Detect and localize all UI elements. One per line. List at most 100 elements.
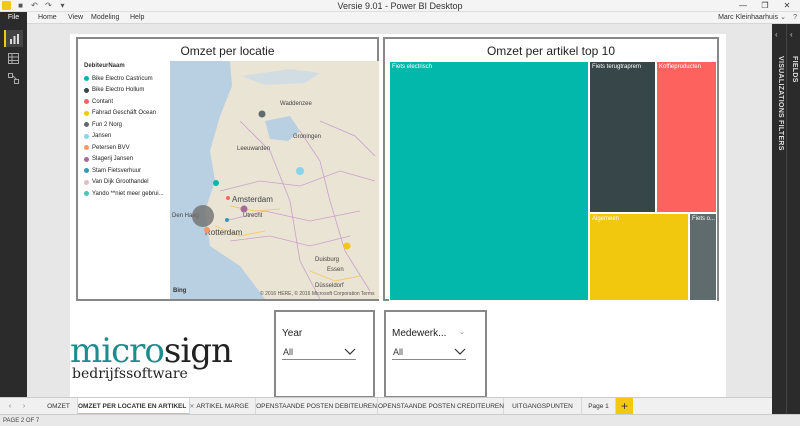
title-bar: ■ ↶ ↷ ▾ Versie 9.01 - Power BI Desktop —… xyxy=(0,0,800,12)
logo-subtitle: bedrijfssoftware xyxy=(72,366,188,382)
tab-openstaande-posten-crediteuren[interactable]: OPENSTAANDE POSTEN CREDITEUREN xyxy=(378,398,504,415)
legend-dot-icon xyxy=(84,122,89,128)
tab-label: OMZET PER LOCATIE EN ARTIKEL xyxy=(78,403,187,410)
maximize-icon[interactable]: ❐ xyxy=(754,0,776,12)
visualizations-pane-label[interactable]: VISUALIZATIONS xyxy=(777,56,784,118)
map-bubble xyxy=(343,242,351,250)
year-dropdown[interactable]: All xyxy=(282,344,356,360)
treemap-cell[interactable]: Fiets terugtraprem xyxy=(589,61,656,213)
map-bubble xyxy=(240,205,248,213)
report-page: Omzet per locatie DebiteurNaam Bike Elec… xyxy=(70,34,726,399)
treemap-cell-label: Fiets terugtraprem xyxy=(592,64,642,70)
treemap-cell-label: Algemeen xyxy=(592,216,620,222)
tab-page-1[interactable]: Page 1 xyxy=(582,398,616,415)
tab-omzet-per-locatie-en-artikel[interactable]: OMZET PER LOCATIE EN ARTIKEL ✕ xyxy=(78,398,194,415)
data-view-button[interactable] xyxy=(4,50,23,67)
map-bubble xyxy=(226,196,230,200)
pane-divider xyxy=(786,24,787,414)
add-page-button[interactable]: + xyxy=(616,398,633,415)
legend-item[interactable]: Bike Electro Castricum xyxy=(84,73,174,85)
map-bubble xyxy=(225,218,229,222)
medewerker-dropdown[interactable]: All xyxy=(392,344,466,360)
bing-map[interactable]: Waddenzee Groningen Leeuwarden Amsterdam… xyxy=(170,61,379,299)
legend-item[interactable]: Contant xyxy=(84,96,174,108)
medewerker-slicer[interactable]: Medewerk... ⌄ All xyxy=(384,310,487,398)
slicer-title: Year xyxy=(282,328,303,339)
report-canvas: Omzet per locatie DebiteurNaam Bike Elec… xyxy=(27,24,772,399)
legend-item[interactable]: Jansen xyxy=(84,131,174,143)
legend-label: Bike Electro Castricum xyxy=(92,75,153,82)
chevron-right-icon[interactable]: › xyxy=(18,398,30,415)
legend-item[interactable]: Petersen BVV xyxy=(84,142,174,154)
legend-dot-icon xyxy=(84,191,89,197)
legend-item[interactable]: Fahrad Geschäft Ocean xyxy=(84,108,174,120)
menu-modeling[interactable]: Modeling xyxy=(91,12,119,24)
treemap-visual[interactable]: Omzet per artikel top 10 Fiets electrisc… xyxy=(383,37,719,301)
legend-label: Van Dijk Groothandel xyxy=(92,179,149,186)
legend-item[interactable]: Yando **niet meer gebrui... xyxy=(84,188,174,200)
relationships-icon xyxy=(8,73,19,84)
treemap-cell-label: Fiets electrisch xyxy=(392,64,433,70)
logo-wordmark: microsign xyxy=(70,331,233,371)
menu-help[interactable]: Help xyxy=(130,12,144,24)
page-indicator: PAGE 2 OF 7 xyxy=(3,418,40,424)
slicer-value: All xyxy=(283,346,294,357)
report-view-button[interactable] xyxy=(4,30,23,47)
treemap-cell[interactable]: Algemeen xyxy=(589,213,689,301)
collapsed-panes: ‹ ‹ VISUALIZATIONS FILTERS FIELDS xyxy=(772,24,800,414)
tab-uitgangspunten[interactable]: UITGANGSPUNTEN xyxy=(504,398,582,415)
menu-home[interactable]: Home xyxy=(38,12,57,24)
microsign-logo: microsign bedrijfssoftware xyxy=(70,334,270,394)
legend-item[interactable]: Fun 2 Norg xyxy=(84,119,174,131)
menu-bar: File Home View Modeling Help Marc Kleinh… xyxy=(0,12,800,24)
map-legend: DebiteurNaam Bike Electro Castricum Bike … xyxy=(84,63,174,200)
legend-item[interactable]: Stam Fietsverhuur xyxy=(84,165,174,177)
map-visual[interactable]: Omzet per locatie DebiteurNaam Bike Elec… xyxy=(76,37,379,301)
close-icon[interactable]: ✕ xyxy=(776,0,798,12)
legend-label: Bike Electro Hollum xyxy=(92,87,145,94)
map-bubble xyxy=(204,227,210,233)
legend-dot-icon xyxy=(84,133,89,139)
logo-part-sign: sign xyxy=(163,331,233,371)
map-bubbles xyxy=(192,110,351,250)
treemap-cell[interactable]: Fiets o... xyxy=(689,213,717,301)
legend-dot-icon xyxy=(84,87,89,93)
file-menu[interactable]: File xyxy=(0,12,27,24)
bing-logo: Bing xyxy=(173,288,187,294)
chevron-down-icon xyxy=(454,348,466,355)
chevron-down-icon[interactable]: ⌄ xyxy=(780,12,786,24)
menu-view[interactable]: View xyxy=(68,12,83,24)
legend-item[interactable]: Van Dijk Groothandel xyxy=(84,177,174,189)
year-slicer[interactable]: Year All xyxy=(274,310,375,398)
legend-dot-icon xyxy=(84,76,89,82)
map-bubble xyxy=(213,180,219,186)
table-icon xyxy=(8,53,19,64)
page-tabs: ‹ › OMZET OMZET PER LOCATIE EN ARTIKEL ✕ … xyxy=(0,397,772,415)
legend-item[interactable]: Bike Electro Hollum xyxy=(84,85,174,97)
chevron-left-icon[interactable]: ‹ xyxy=(790,30,793,39)
legend-label: Fun 2 Norg xyxy=(92,121,123,128)
help-icon[interactable]: ? xyxy=(793,12,797,24)
filters-pane-label[interactable]: FILTERS xyxy=(777,120,784,151)
legend-label: Stam Fietsverhuur xyxy=(92,167,142,174)
fields-pane-label[interactable]: FIELDS xyxy=(791,56,798,83)
window-title: Versie 9.01 - Power BI Desktop xyxy=(337,1,463,11)
chevron-down-icon[interactable]: ⌄ xyxy=(459,328,465,336)
legend-dot-icon xyxy=(84,156,89,162)
legend-label: Petersen BVV xyxy=(92,144,130,151)
logo-part-micro: micro xyxy=(70,331,165,371)
treemap-cell-label: Koffieproducten xyxy=(659,64,701,70)
chevron-left-icon[interactable]: ‹ xyxy=(775,30,778,39)
bar-chart-icon xyxy=(10,34,19,44)
tab-omzet[interactable]: OMZET xyxy=(40,398,78,415)
tab-artikel-marge[interactable]: ARTIKEL MARGE xyxy=(190,398,256,415)
treemap-cell[interactable]: Fiets electrisch xyxy=(389,61,589,301)
tab-openstaande-posten-debiteuren[interactable]: OPENSTAANDE POSTEN DEBITEUREN xyxy=(256,398,378,415)
treemap-cell[interactable]: Koffieproducten xyxy=(656,61,717,213)
chevron-left-icon[interactable]: ‹ xyxy=(4,398,16,415)
relationships-view-button[interactable] xyxy=(4,70,23,87)
user-name[interactable]: Marc Kleinhaarhuis xyxy=(718,12,778,24)
legend-item[interactable]: Slagerij Jansen xyxy=(84,154,174,166)
legend-label: Fahrad Geschäft Ocean xyxy=(92,110,157,117)
minimize-icon[interactable]: — xyxy=(732,0,754,12)
